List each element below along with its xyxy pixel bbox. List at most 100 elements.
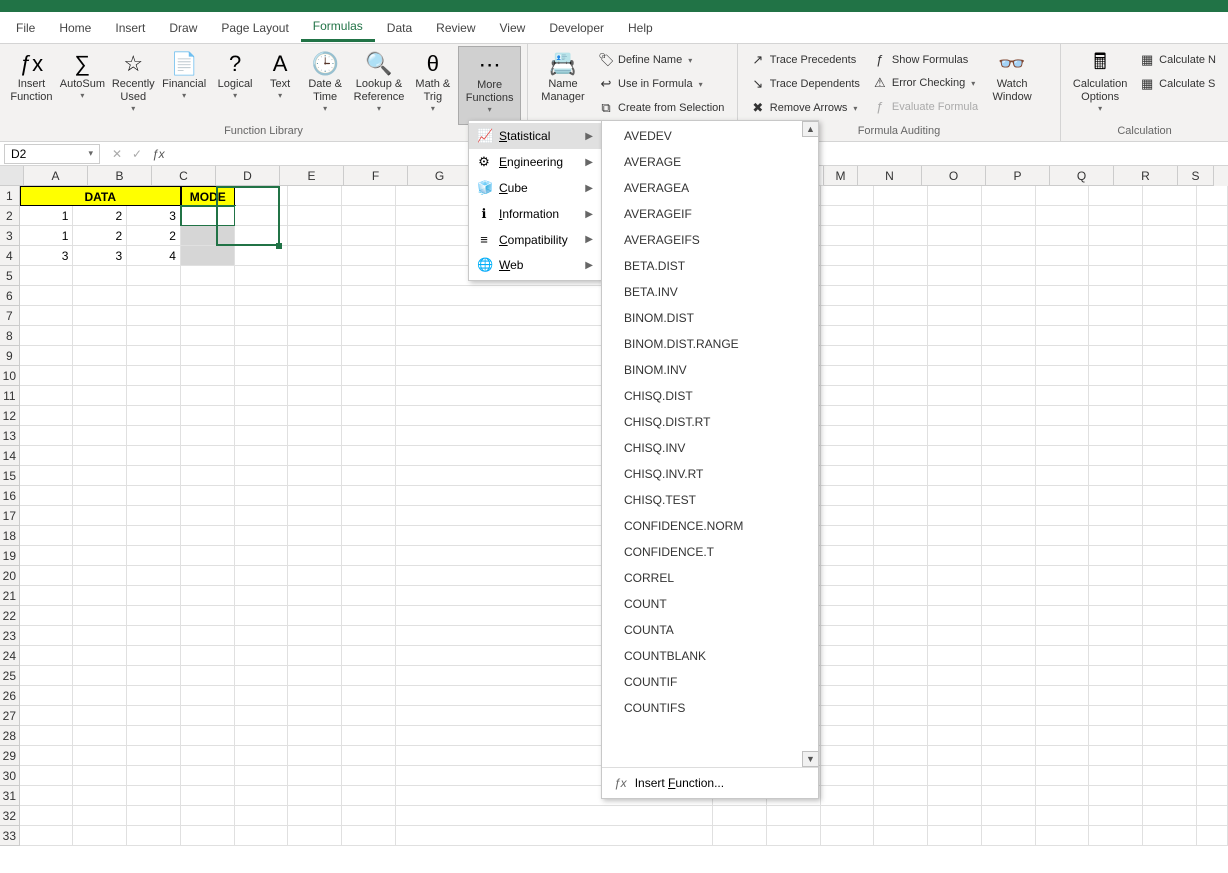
function-item-correl[interactable]: CORREL (602, 565, 818, 591)
cell[interactable] (1143, 646, 1197, 666)
cell[interactable] (1036, 626, 1090, 646)
cell[interactable] (181, 226, 235, 246)
cell[interactable] (288, 746, 342, 766)
cell[interactable] (20, 666, 74, 686)
cell[interactable] (288, 226, 342, 246)
cell[interactable] (288, 286, 342, 306)
cell[interactable] (181, 206, 235, 226)
cell[interactable] (73, 306, 127, 326)
row-header-21[interactable]: 21 (0, 586, 20, 606)
cell[interactable] (821, 806, 875, 826)
cell[interactable] (874, 606, 928, 626)
cell[interactable] (127, 506, 181, 526)
row-header-12[interactable]: 12 (0, 406, 20, 426)
cell[interactable] (73, 526, 127, 546)
cell[interactable] (342, 806, 396, 826)
cell[interactable] (982, 766, 1036, 786)
col-header-S[interactable]: S (1178, 166, 1214, 186)
cell[interactable] (1197, 806, 1228, 826)
cell[interactable] (1197, 786, 1228, 806)
row-header-6[interactable]: 6 (0, 286, 20, 306)
cell[interactable] (928, 686, 982, 706)
cell[interactable] (874, 326, 928, 346)
cell[interactable] (20, 306, 74, 326)
cell[interactable] (1143, 186, 1197, 206)
cell[interactable] (982, 706, 1036, 726)
cell[interactable] (767, 806, 821, 826)
cell[interactable] (874, 726, 928, 746)
cell[interactable] (181, 766, 235, 786)
cell[interactable] (1143, 466, 1197, 486)
cell[interactable] (1197, 666, 1228, 686)
text-button[interactable]: A Text ▾ (261, 46, 300, 125)
cell[interactable] (127, 826, 181, 846)
cell[interactable] (181, 586, 235, 606)
col-header-E[interactable]: E (280, 166, 344, 186)
trace-precedents-button[interactable]: ↗ Trace Precedents (746, 50, 864, 70)
cell[interactable] (20, 606, 74, 626)
cell[interactable] (1197, 486, 1228, 506)
cell[interactable] (928, 286, 982, 306)
cell[interactable] (73, 606, 127, 626)
cell[interactable] (928, 366, 982, 386)
cell[interactable] (20, 326, 74, 346)
menu-item-statistical[interactable]: 📈Statistical▶ (469, 123, 601, 149)
logical-button[interactable]: ? Logical ▾ (210, 46, 261, 125)
cell[interactable] (288, 626, 342, 646)
cell[interactable] (928, 426, 982, 446)
cell[interactable] (235, 586, 289, 606)
cell[interactable] (127, 386, 181, 406)
cell[interactable] (127, 406, 181, 426)
cell[interactable] (181, 446, 235, 466)
cell[interactable] (73, 786, 127, 806)
row-header-5[interactable]: 5 (0, 266, 20, 286)
cell[interactable] (20, 646, 74, 666)
cell[interactable] (20, 726, 74, 746)
cell[interactable] (73, 666, 127, 686)
cell[interactable] (342, 306, 396, 326)
cell[interactable] (1089, 706, 1143, 726)
row-header-3[interactable]: 3 (0, 226, 20, 246)
cell[interactable] (235, 286, 289, 306)
cell[interactable] (20, 286, 74, 306)
cell[interactable] (20, 346, 74, 366)
cell[interactable] (1143, 346, 1197, 366)
cell[interactable] (821, 366, 875, 386)
cell[interactable] (1036, 346, 1090, 366)
row-header-31[interactable]: 31 (0, 786, 20, 806)
cell[interactable] (821, 246, 875, 266)
cell[interactable] (1143, 386, 1197, 406)
cell[interactable] (181, 726, 235, 746)
cell[interactable] (1089, 626, 1143, 646)
cell[interactable] (982, 286, 1036, 306)
tab-draw[interactable]: Draw (157, 15, 209, 41)
cell[interactable] (1036, 326, 1090, 346)
cell[interactable] (288, 666, 342, 686)
row-header-14[interactable]: 14 (0, 446, 20, 466)
cell[interactable] (73, 726, 127, 746)
cell[interactable] (73, 266, 127, 286)
function-item-confidence-norm[interactable]: CONFIDENCE.NORM (602, 513, 818, 539)
cell[interactable] (1036, 306, 1090, 326)
cell[interactable] (1197, 646, 1228, 666)
cell[interactable] (982, 486, 1036, 506)
cell[interactable] (1143, 226, 1197, 246)
cell[interactable] (1143, 446, 1197, 466)
cell[interactable] (342, 626, 396, 646)
cell[interactable] (288, 566, 342, 586)
cell[interactable] (288, 606, 342, 626)
cell[interactable] (73, 826, 127, 846)
cell[interactable] (342, 826, 396, 846)
cell[interactable] (821, 266, 875, 286)
cell[interactable] (288, 326, 342, 346)
cell[interactable] (73, 546, 127, 566)
cell[interactable] (181, 606, 235, 626)
col-header-G[interactable]: G (408, 166, 472, 186)
cell[interactable] (342, 586, 396, 606)
cell[interactable] (73, 566, 127, 586)
cell[interactable] (181, 786, 235, 806)
cell[interactable] (928, 466, 982, 486)
cell[interactable] (20, 566, 74, 586)
cell[interactable] (127, 626, 181, 646)
cell[interactable] (821, 466, 875, 486)
